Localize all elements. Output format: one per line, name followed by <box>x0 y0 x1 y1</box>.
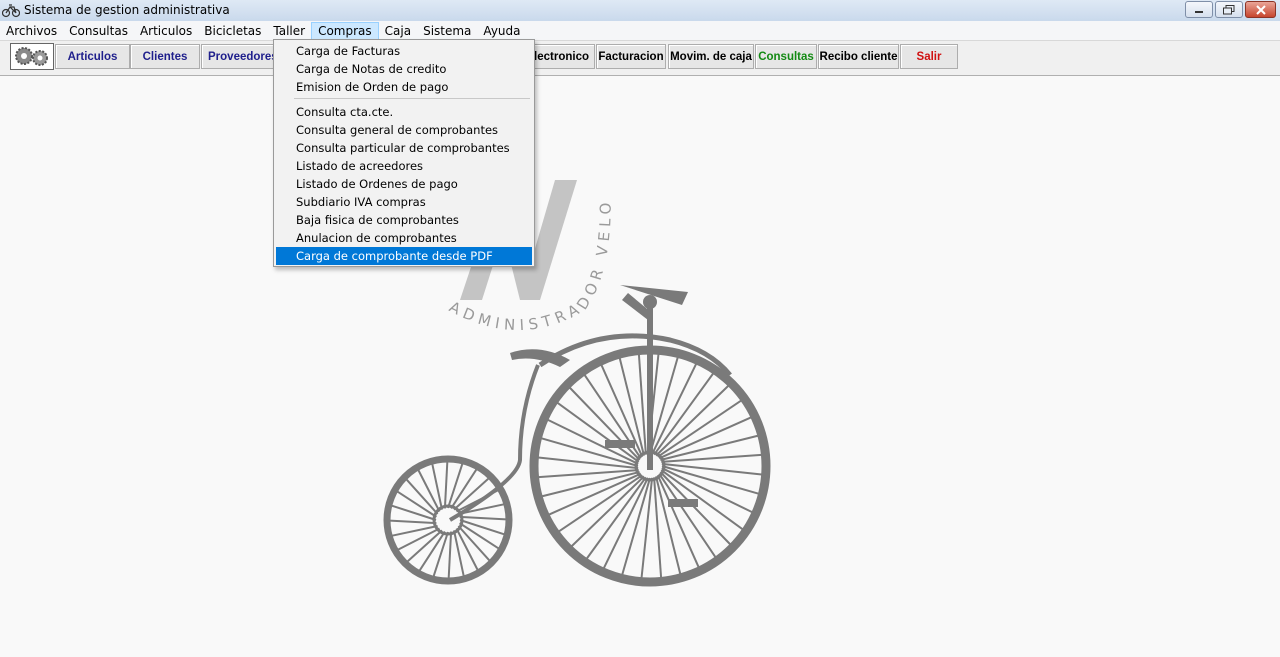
wheel-spoke <box>391 525 438 537</box>
menu-bicicletas[interactable]: Bicicletas <box>198 22 267 40</box>
toolbar-clientes-button[interactable]: Clientes <box>130 44 200 69</box>
title-bar: Sistema de gestion administrativa <box>0 0 1280 22</box>
toolbar-consultas-button[interactable]: Consultas <box>755 44 817 69</box>
menu-bar: Archivos Consultas Articulos Bicicletas … <box>0 21 1280 41</box>
minimize-button[interactable] <box>1185 1 1213 18</box>
wheel-spoke <box>389 519 437 525</box>
toolbar-electronico-button[interactable]: Electronico <box>526 44 595 69</box>
menu-item-consulta-particular[interactable]: Consulta particular de comprobantes <box>276 139 532 157</box>
close-button[interactable] <box>1245 1 1276 18</box>
menu-item-listado-ordenes-pago[interactable]: Listado de Ordenes de pago <box>276 175 532 193</box>
wheel-spoke <box>538 456 639 470</box>
wheel-spoke <box>556 402 640 463</box>
menu-taller[interactable]: Taller <box>267 22 311 40</box>
close-icon <box>1255 4 1266 15</box>
wheel-spoke <box>431 463 443 510</box>
window-title: Sistema de gestion administrativa <box>24 3 230 17</box>
toolbar-recibo-cliente-button[interactable]: Recibo cliente <box>818 44 899 69</box>
menu-archivos[interactable]: Archivos <box>0 22 63 40</box>
bicycle-app-icon <box>2 4 20 18</box>
wheel-spoke <box>586 476 647 560</box>
wheel-spoke <box>443 461 449 509</box>
menu-item-baja-fisica[interactable]: Baja fisica de comprobantes <box>276 211 532 229</box>
wheel-spoke <box>657 399 742 458</box>
restore-button[interactable] <box>1215 1 1243 18</box>
menu-item-emision-orden-pago[interactable]: Emision de Orden de pago <box>276 78 532 96</box>
menu-item-consulta-ctacte[interactable]: Consulta cta.cte. <box>276 103 532 121</box>
wheel-spoke <box>447 531 453 579</box>
toolbar: Articulos Clientes Proveedores Electroni… <box>0 41 1280 76</box>
toolbar-articulos-button[interactable]: Articulos <box>55 44 130 69</box>
menu-articulos[interactable]: Articulos <box>134 22 198 40</box>
toolbar-proveedores-button[interactable]: Proveedores <box>201 44 278 69</box>
toolbar-movim-caja-button[interactable]: Movim. de caja <box>668 44 754 69</box>
toolbar-facturacion-button[interactable]: Facturacion <box>596 44 666 69</box>
menu-sistema[interactable]: Sistema <box>417 22 477 40</box>
toolbar-logo[interactable] <box>10 43 54 70</box>
compras-dropdown-menu: Carga de Facturas Carga de Notas de cred… <box>273 39 535 267</box>
wheel-spoke <box>658 473 717 558</box>
wheel-spoke <box>661 462 762 476</box>
menu-item-listado-acreedores[interactable]: Listado de acreedores <box>276 157 532 175</box>
wheel-spoke <box>459 515 507 521</box>
wheel-spoke <box>653 372 714 456</box>
menu-item-carga-notas-credito[interactable]: Carga de Notas de credito <box>276 60 532 78</box>
menu-compras[interactable]: Compras <box>311 21 379 40</box>
minimize-icon <box>1195 10 1203 13</box>
menu-item-subdiario-iva[interactable]: Subdiario IVA compras <box>276 193 532 211</box>
wheel-spoke <box>602 477 649 569</box>
menu-item-anulacion[interactable]: Anulacion de comprobantes <box>276 229 532 247</box>
wheel-spoke <box>640 477 654 578</box>
menu-ayuda[interactable]: Ayuda <box>477 22 526 40</box>
menu-item-consulta-general[interactable]: Consulta general de comprobantes <box>276 121 532 139</box>
gears-icon <box>15 47 48 66</box>
menu-item-carga-pdf[interactable]: Carga de comprobante desde PDF <box>276 247 532 265</box>
menu-separator <box>294 98 530 99</box>
toolbar-salir-button[interactable]: Salir <box>900 44 958 69</box>
wheel-spoke <box>558 474 643 533</box>
menu-consultas[interactable]: Consultas <box>63 22 134 40</box>
menu-caja[interactable]: Caja <box>379 22 417 40</box>
wheel-spoke <box>453 530 465 577</box>
restore-icon <box>1223 4 1235 14</box>
wheel-spoke <box>651 363 698 455</box>
menu-item-carga-facturas[interactable]: Carga de Facturas <box>276 42 532 60</box>
